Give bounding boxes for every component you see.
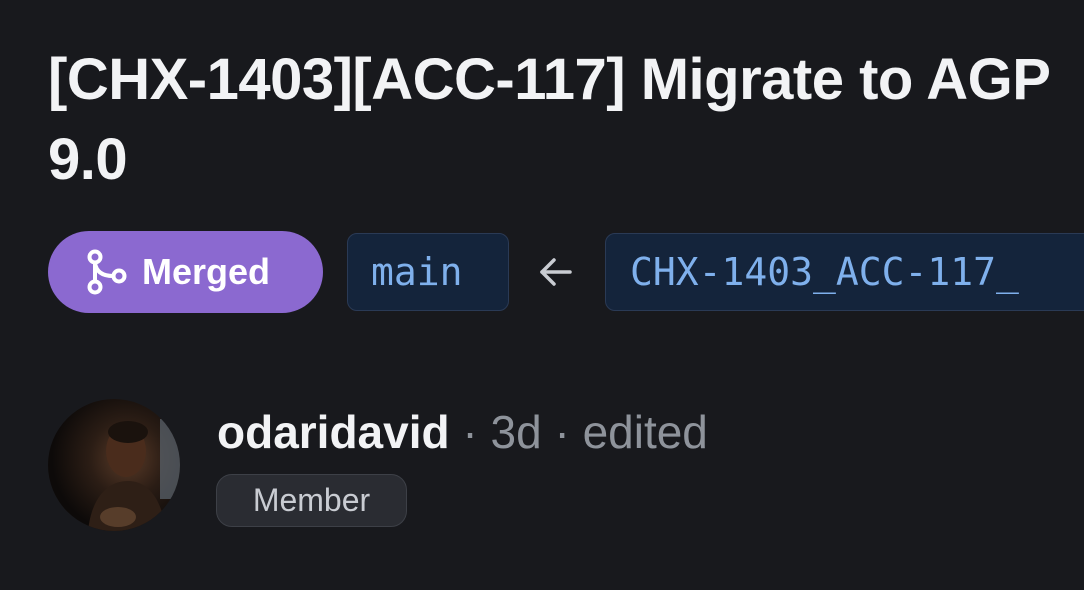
user-avatar[interactable]: [48, 399, 180, 531]
separator-dot: ·: [541, 406, 583, 458]
git-merge-icon: [86, 249, 128, 295]
role-label: Member: [252, 482, 371, 518]
base-branch-chip[interactable]: main: [347, 233, 509, 311]
status-label: Merged: [142, 251, 271, 292]
author-username[interactable]: odaridavid: [217, 406, 450, 458]
edited-label[interactable]: edited: [583, 406, 708, 458]
author-line: odaridavid · 3d · edited: [217, 402, 708, 462]
post-age: 3d: [490, 406, 542, 458]
arrow-left-icon: [537, 256, 575, 288]
head-branch-chip[interactable]: CHX-1403_ACC-117_: [605, 233, 1084, 311]
member-badge: Member: [216, 474, 407, 527]
separator-dot: ·: [449, 406, 491, 458]
merged-status-badge: Merged: [48, 231, 323, 313]
head-branch-name: CHX-1403_ACC-117_: [630, 250, 1019, 294]
base-branch-name: main: [371, 250, 463, 294]
pr-title: [CHX-1403][ACC-117] Migrate to AGP 9.0: [48, 47, 1050, 192]
